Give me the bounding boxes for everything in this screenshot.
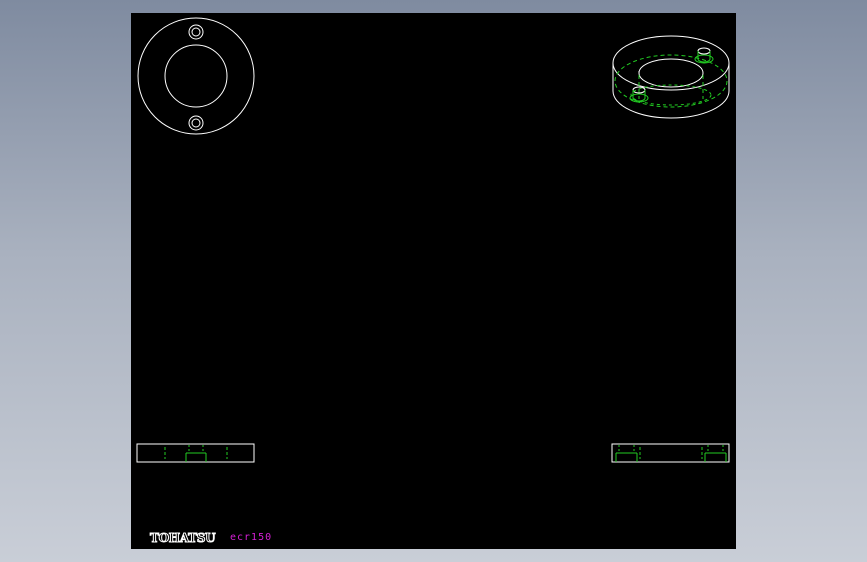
bolt-hole-top-inner: [191, 27, 201, 37]
bolt-hole-top: [188, 24, 204, 40]
bolt-hole-bottom: [188, 115, 204, 131]
isometric-view: [612, 35, 730, 119]
side-hidden-cb-left: [618, 445, 635, 453]
side-hidden-hole-left: [615, 452, 638, 462]
side-view: [611, 443, 730, 463]
side-hidden-hole-right: [704, 452, 727, 462]
iso-bolt-1-head: [697, 47, 711, 55]
iso-top-bore: [638, 58, 704, 88]
side-hidden-cb-right: [707, 445, 724, 453]
front-hidden-counterbore: [188, 445, 204, 453]
drawing-sheet[interactable]: TOHATSU ecr150: [131, 13, 736, 549]
bolt-hole-bottom-inner: [191, 118, 201, 128]
front-hidden-hole: [185, 452, 207, 462]
outer-circle: [137, 17, 255, 135]
drawing-code: ecr150: [230, 532, 273, 543]
inner-bore: [164, 44, 228, 108]
iso-hidden-ring: [614, 54, 728, 108]
front-view: [136, 443, 255, 463]
brand-logo: TOHATSU: [149, 531, 216, 546]
cad-canvas: [136, 17, 730, 463]
top-view: [137, 17, 255, 135]
